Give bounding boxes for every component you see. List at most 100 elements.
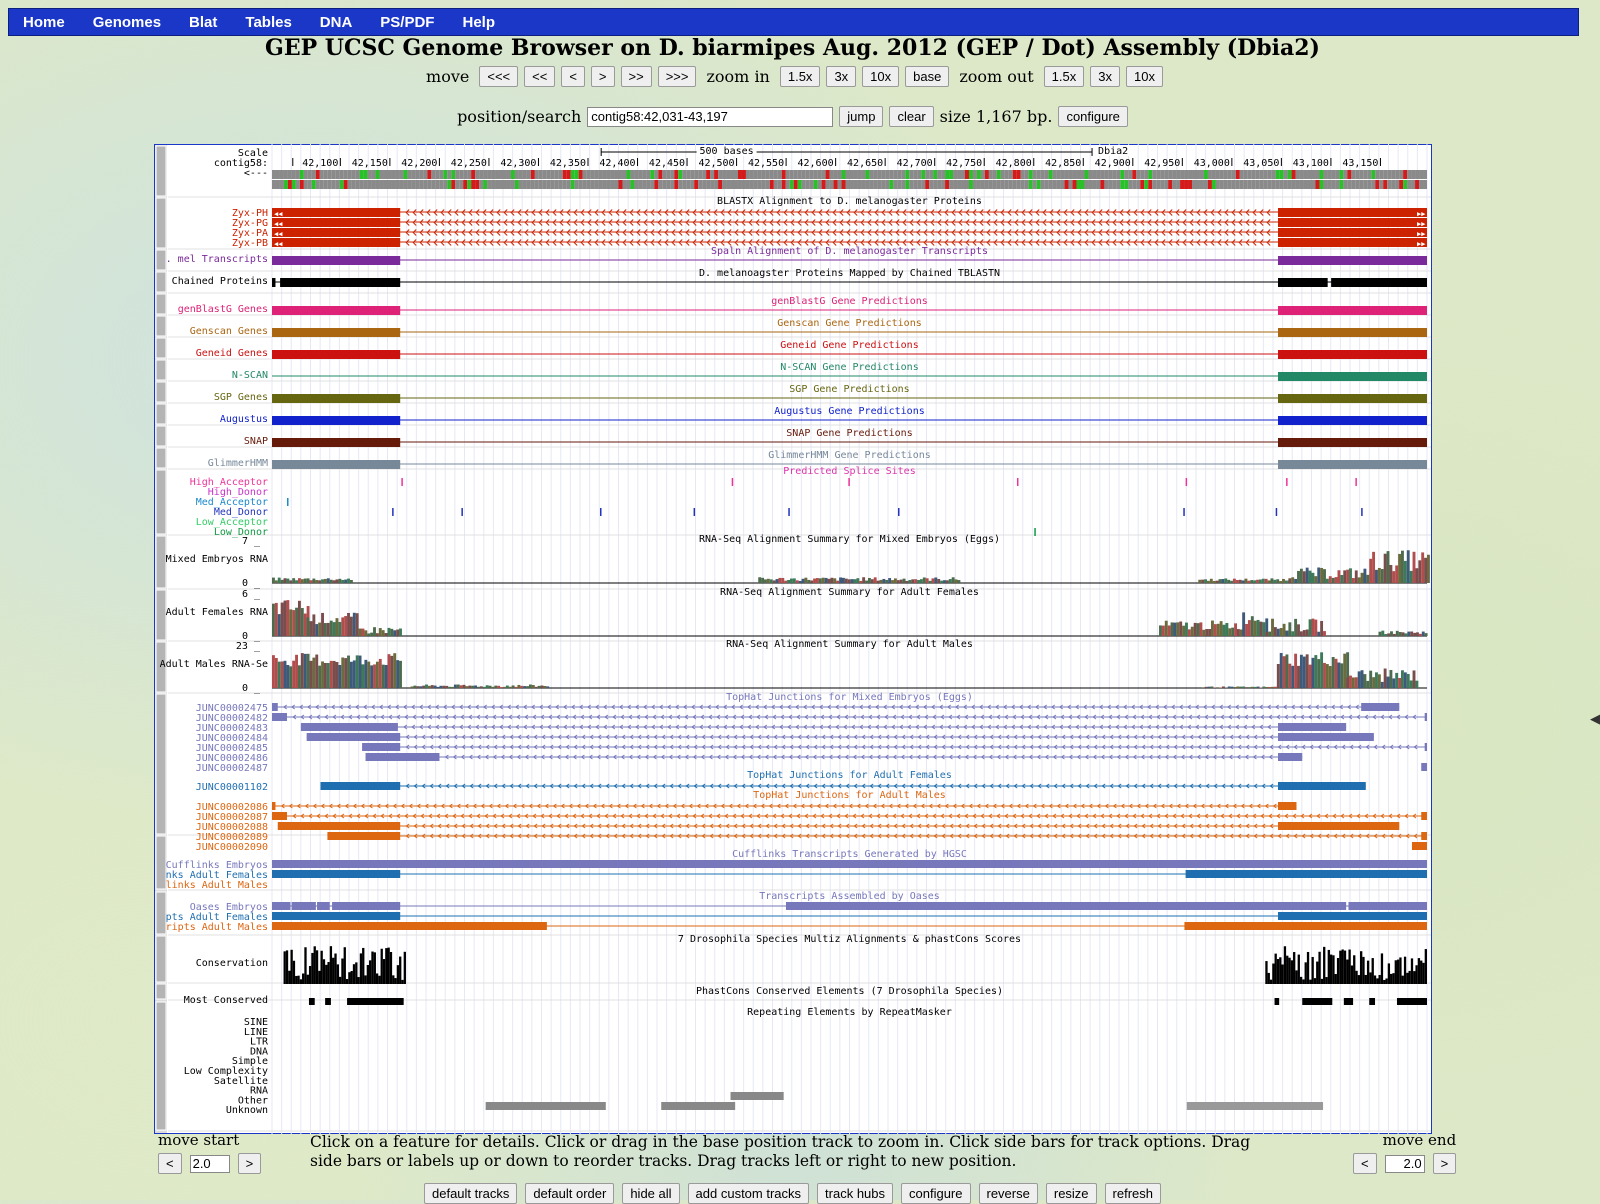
track-side-bar[interactable]: [156, 448, 166, 468]
track-side-bar[interactable]: [156, 470, 166, 534]
zoom-out-1.5x-button[interactable]: 1.5x: [1044, 66, 1085, 87]
menu-ps-pdf[interactable]: PS/PDF: [366, 14, 448, 31]
menu-help[interactable]: Help: [448, 14, 509, 31]
rna-female-bar: [1387, 633, 1390, 636]
track-side-bar[interactable]: [156, 382, 166, 402]
augustus-track-label[interactable]: Augustus: [220, 414, 268, 425]
track-side-bar[interactable]: [156, 426, 166, 446]
track-hubs-button[interactable]: track hubs: [817, 1183, 893, 1204]
move-end-amount-input[interactable]: 2.0: [1385, 1155, 1425, 1173]
cufflinks-track-label[interactable]: links Adult Males: [166, 880, 268, 891]
nscan-track-label[interactable]: N-SCAN: [232, 370, 268, 381]
chained-track-label[interactable]: Chained Proteins: [172, 276, 268, 287]
track-side-bar[interactable]: [156, 404, 166, 424]
zoom-in-3x-button[interactable]: 3x: [826, 66, 856, 87]
position-search-input[interactable]: contig58:42,031-43,197: [587, 107, 833, 127]
track-side-bar[interactable]: [156, 694, 166, 834]
snap-track-label[interactable]: SNAP: [244, 436, 268, 447]
default-tracks-button[interactable]: default tracks: [424, 1183, 517, 1204]
genscan-track-label[interactable]: Genscan Genes: [190, 326, 268, 337]
hide-all-button[interactable]: hide all: [622, 1183, 679, 1204]
menu-blat[interactable]: Blat: [175, 14, 231, 31]
rna-embryo-label[interactable]: Mixed Embryos RNA: [166, 554, 268, 565]
move-far-left-button[interactable]: <<<: [479, 66, 518, 87]
menu-dna[interactable]: DNA: [306, 14, 367, 31]
conservation-bar: [1321, 979, 1323, 984]
clear-button[interactable]: clear: [889, 106, 933, 127]
conservation-bar: [1293, 952, 1295, 984]
rna-male-label[interactable]: Adult Males RNA-Se: [160, 659, 268, 670]
track-side-bar[interactable]: [156, 198, 166, 248]
zoom-out-3x-button[interactable]: 3x: [1090, 66, 1120, 87]
base-color-cell: [1244, 180, 1248, 189]
track-side-bar[interactable]: [156, 146, 166, 196]
track-side-bar[interactable]: [156, 984, 166, 999]
rna-embryo-bar: [289, 580, 292, 583]
track-side-bar[interactable]: [156, 250, 166, 270]
conservation-bar: [1335, 974, 1337, 984]
blastx-item-label[interactable]: Zyx-PB: [232, 238, 268, 249]
move-left-more-button[interactable]: <<: [524, 66, 555, 87]
move-start-right-button[interactable]: >: [238, 1153, 262, 1174]
refresh-button[interactable]: refresh: [1105, 1183, 1161, 1204]
move-start-amount-input[interactable]: 2.0: [190, 1155, 230, 1173]
jump-button[interactable]: jump: [839, 106, 883, 127]
track-side-bar[interactable]: [156, 316, 166, 336]
zoom-in-1.5x-button[interactable]: 1.5x: [780, 66, 821, 87]
move-start-left-button[interactable]: <: [158, 1153, 182, 1174]
tophat-female-item-label[interactable]: JUNC00001102: [196, 782, 268, 793]
reverse-button[interactable]: reverse: [979, 1183, 1038, 1204]
menu-tables[interactable]: Tables: [231, 14, 305, 31]
add-custom-tracks-button[interactable]: add custom tracks: [688, 1183, 810, 1204]
base-color-cell: [654, 180, 658, 189]
track-side-bar[interactable]: [156, 892, 166, 934]
configure-top-button[interactable]: configure: [1058, 106, 1127, 127]
rna-female-bar: [333, 622, 336, 636]
most-conserved-track-label[interactable]: Most Conserved: [184, 995, 268, 1006]
resize-button[interactable]: resize: [1046, 1183, 1097, 1204]
base-color-cell: [1220, 170, 1224, 179]
rna-female-label[interactable]: Adult Females RNA: [166, 607, 268, 618]
track-side-bar[interactable]: [156, 360, 166, 380]
track-side-bar[interactable]: [156, 272, 166, 292]
zoom-in-10x-button[interactable]: 10x: [862, 66, 899, 87]
track-side-bar[interactable]: [156, 590, 166, 640]
menu-genomes[interactable]: Genomes: [79, 14, 175, 31]
base-color-cell: [1212, 180, 1216, 189]
move-left-button[interactable]: <: [561, 66, 585, 87]
track-side-bar[interactable]: [156, 294, 166, 314]
spaln-track-label[interactable]: . mel Transcripts: [166, 254, 268, 265]
strand-label[interactable]: <---: [244, 168, 268, 179]
oases-track-label[interactable]: ripts Adult Males: [166, 922, 268, 933]
track-side-bar[interactable]: [156, 536, 166, 588]
genome-track-image[interactable]: Scalecontig58:<---500 basesDbia242,10042…: [154, 144, 1432, 1134]
conservation-track-label[interactable]: Conservation: [196, 958, 268, 969]
move-right-button[interactable]: >: [591, 66, 615, 87]
move-right-more-button[interactable]: >>: [621, 66, 652, 87]
track-side-bar[interactable]: [156, 836, 166, 889]
glimmer-track-label[interactable]: GlimmerHMM: [208, 458, 268, 469]
track-side-bar[interactable]: [156, 936, 166, 982]
tophat-embryo-item-label[interactable]: JUNC00002487: [196, 763, 268, 774]
track-side-bar[interactable]: [156, 338, 166, 358]
conservation-bar: [1388, 963, 1390, 984]
geneid-track-label[interactable]: Geneid Genes: [196, 348, 268, 359]
move-end-left-button[interactable]: <: [1353, 1153, 1377, 1174]
move-far-right-button[interactable]: >>>: [658, 66, 697, 87]
rna-embryo-bar: [894, 578, 897, 583]
base-color-cell: [1120, 180, 1124, 189]
rna-female-bar: [1378, 632, 1381, 636]
repeat-class-label[interactable]: Unknown: [226, 1105, 268, 1116]
configure-bottom-button[interactable]: configure: [901, 1183, 970, 1204]
zoom-out-10x-button[interactable]: 10x: [1126, 66, 1163, 87]
scrollbar-thumb-icon[interactable]: ◀: [1590, 712, 1600, 727]
track-side-bar[interactable]: [156, 1002, 166, 1130]
base-color-cell: [411, 170, 415, 179]
zoom-in-base-button[interactable]: base: [905, 66, 949, 87]
genblast-track-label[interactable]: genBlastG Genes: [178, 304, 268, 315]
default-order-button[interactable]: default order: [525, 1183, 614, 1204]
sgp-track-label[interactable]: SGP Genes: [214, 392, 268, 403]
tophat-male-item-label[interactable]: JUNC00002090: [196, 842, 268, 853]
move-end-right-button[interactable]: >: [1433, 1153, 1457, 1174]
menu-home[interactable]: Home: [9, 14, 79, 31]
